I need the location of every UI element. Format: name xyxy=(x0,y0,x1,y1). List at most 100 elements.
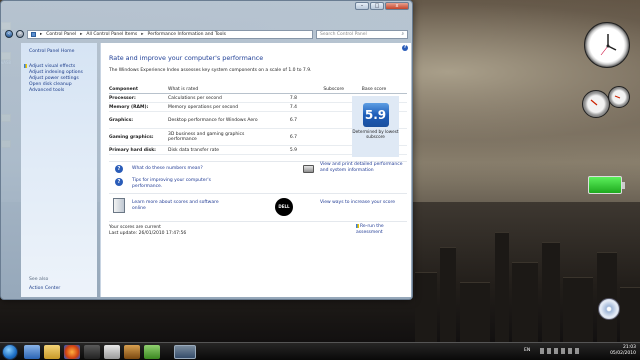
row-component: Gaming graphics: xyxy=(109,134,154,140)
maximize-button[interactable]: □ xyxy=(370,2,384,10)
search-input[interactable]: Search Control Panel ⌕ xyxy=(316,29,408,39)
breadcrumb-item[interactable]: Performance Information and Tools xyxy=(148,32,226,37)
sidebar-home-link[interactable]: Control Panel Home xyxy=(29,49,97,55)
memory-meter-gadget[interactable] xyxy=(608,86,630,108)
shield-icon xyxy=(24,64,27,68)
building xyxy=(563,277,593,342)
building xyxy=(620,287,640,342)
row-subscore: 6.7 xyxy=(289,134,297,140)
header-rated: What is rated xyxy=(168,87,199,92)
building xyxy=(495,232,509,342)
action-center-link[interactable]: Action Center xyxy=(29,286,60,291)
back-button[interactable]: ‹ xyxy=(5,30,13,38)
dell-logo-text: DELL xyxy=(278,204,290,209)
search-icon: ⌕ xyxy=(401,32,404,37)
ie-icon[interactable] xyxy=(24,345,40,359)
table-header: Component What is rated Subscore Base sc… xyxy=(109,86,407,94)
tips-link[interactable]: Tips for improving your computer's perfo… xyxy=(132,178,222,190)
start-button[interactable] xyxy=(2,344,18,360)
last-update: Last update: 26/01/2010 17:47:56 xyxy=(109,231,187,236)
sidebar-link-label: Adjust visual effects xyxy=(29,64,76,69)
building xyxy=(440,247,456,342)
base-score-note: Determined by lowest subscore xyxy=(352,129,399,139)
rerun-label: Re-run the assessment xyxy=(356,224,384,235)
clock[interactable]: 21:03 05/02/2010 xyxy=(610,345,636,357)
increase-score-link[interactable]: View ways to increase your score xyxy=(320,200,410,206)
intro-text: The Windows Experience Index assesses ke… xyxy=(109,68,312,73)
gauge-needle-icon xyxy=(590,99,598,106)
row-rated: Calculations per second xyxy=(168,95,222,101)
breadcrumb-item[interactable]: All Control Panel Items xyxy=(86,32,137,37)
row-component: Processor: xyxy=(109,95,136,101)
row-rated: Memory operations per second xyxy=(168,104,239,110)
row-rated: Desktop performance for Windows Aero xyxy=(168,117,258,123)
program-icon[interactable] xyxy=(104,345,120,359)
page-title: Rate and improve your computer's perform… xyxy=(109,54,264,62)
sidebar-link-advanced-tools[interactable]: Advanced tools xyxy=(29,88,97,94)
media-player-icon[interactable] xyxy=(84,345,100,359)
explorer-icon[interactable] xyxy=(44,345,60,359)
clock-gadget[interactable] xyxy=(584,22,630,68)
tray-icons[interactable] xyxy=(540,348,580,354)
help-icon[interactable]: ? xyxy=(402,45,408,51)
building xyxy=(512,262,538,342)
row-subscore: 7.8 xyxy=(289,95,297,101)
header-base: Base score xyxy=(361,87,387,92)
firefox-icon[interactable] xyxy=(64,345,80,359)
clock-date: 05/02/2010 xyxy=(610,351,636,356)
learn-more-link[interactable]: Learn more about scores and software onl… xyxy=(132,200,224,212)
building xyxy=(415,272,437,342)
close-button[interactable]: x xyxy=(385,2,409,10)
gauge-needle-icon xyxy=(614,95,621,99)
main-content: ? Rate and improve your computer's perfo… xyxy=(100,43,411,297)
row-component: Graphics: xyxy=(109,117,134,123)
caption-buttons: – □ x xyxy=(355,2,409,10)
language-indicator[interactable]: EN xyxy=(524,348,530,353)
program-icon[interactable] xyxy=(124,345,140,359)
numbers-meaning-link[interactable]: What do these numbers mean? xyxy=(132,166,252,172)
sidebar: Control Panel Home Adjust visual effects… xyxy=(21,43,97,297)
minimize-button[interactable]: – xyxy=(355,2,369,10)
taskbar: EN 21:03 05/02/2010 xyxy=(0,342,640,360)
divider xyxy=(109,221,407,222)
see-also-heading: See also xyxy=(29,277,49,282)
forward-button[interactable]: › xyxy=(16,30,24,38)
row-component: Memory (RAM): xyxy=(109,104,149,110)
control-panel-task-button[interactable] xyxy=(174,345,196,359)
battery-gadget[interactable] xyxy=(588,176,625,194)
building xyxy=(542,242,560,342)
breadcrumb-item[interactable]: Control Panel xyxy=(46,32,76,37)
row-rated: Disk data transfer rate xyxy=(168,147,220,153)
search-placeholder: Search Control Panel xyxy=(320,31,367,37)
cpu-meter-gadget[interactable] xyxy=(582,90,610,118)
dell-logo: DELL xyxy=(275,198,293,216)
clock-hands-icon xyxy=(600,34,617,56)
row-subscore: 5.9 xyxy=(289,147,297,153)
breadcrumb-separator: ▸ xyxy=(141,31,144,37)
building xyxy=(460,282,490,342)
row-component: Primary hard disk: xyxy=(109,147,156,153)
row-rated: 3D business and gaming graphics performa… xyxy=(168,132,245,142)
control-panel-icon xyxy=(31,31,36,37)
question-icon: ? xyxy=(115,165,123,173)
control-panel-window: – □ x ‹ › ▸ Control Panel ▸ All Control … xyxy=(0,0,413,300)
base-score-tile: 5.9 xyxy=(362,103,389,127)
breadcrumb-separator: ▸ xyxy=(40,31,43,37)
header-component: Component xyxy=(109,87,139,92)
dvd-icon[interactable] xyxy=(598,298,620,320)
question-icon: ? xyxy=(115,178,123,186)
battery-tip-icon xyxy=(622,182,625,189)
header-subscore: Subscore xyxy=(323,87,344,92)
building xyxy=(597,252,617,342)
shield-icon xyxy=(356,224,359,228)
breadcrumb-separator: ▸ xyxy=(80,31,83,37)
base-score-panel: 5.9 Determined by lowest subscore xyxy=(352,96,399,157)
rerun-assessment-link[interactable]: Re-run the assessment xyxy=(356,224,410,236)
print-details-link[interactable]: View and print detailed performance and … xyxy=(320,162,410,174)
program-icon[interactable] xyxy=(144,345,160,359)
software-box-icon xyxy=(113,198,125,213)
printer-icon xyxy=(303,165,314,173)
breadcrumb[interactable]: ▸ Control Panel ▸ All Control Panel Item… xyxy=(27,29,313,39)
row-subscore: 7.4 xyxy=(289,104,297,110)
divider xyxy=(109,193,407,194)
